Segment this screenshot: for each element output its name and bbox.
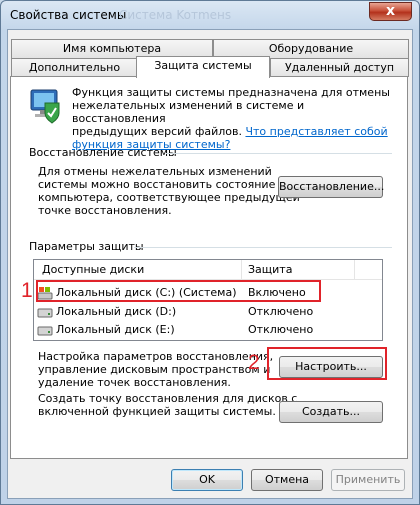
divider (134, 247, 392, 248)
restore-line: точке восстановления. (38, 204, 172, 217)
drive-status: Отключено (248, 323, 314, 336)
column-separator[interactable] (354, 260, 355, 280)
create-description: Создать точку восстановления для дисков … (38, 392, 297, 418)
close-icon: x (385, 3, 396, 19)
intro-line: нежелательных изменений в системе и восс… (72, 99, 305, 125)
drive-icon (37, 326, 53, 336)
column-protection[interactable]: Защита (248, 263, 292, 276)
title-bar[interactable]: Свойства системы Система Koтmeнs x (1, 1, 419, 29)
create-line: включенной функцией защиты системы. (38, 405, 276, 418)
annotation-marker-1: 1 (21, 279, 33, 302)
tab-label: Оборудование (268, 42, 354, 55)
tab-label: Имя компьютера (62, 42, 162, 55)
apply-button[interactable]: Применить (331, 469, 405, 491)
drive-icon (37, 308, 53, 318)
configure-line: Настройка параметров восстановления, (38, 350, 274, 363)
drive-name: Локальный диск (E:) (56, 323, 175, 336)
create-button[interactable]: Создать... (279, 401, 383, 423)
intro-text: Функция защиты системы предназначена для… (72, 86, 392, 151)
drive-status: Отключено (248, 305, 314, 318)
tab-advanced[interactable]: Дополнительно (11, 58, 138, 77)
tab-label: Дополнительно (28, 61, 121, 74)
cancel-button[interactable]: Отмена (251, 469, 323, 491)
configure-line: удаление точек восстановления. (38, 376, 231, 389)
configure-description: Настройка параметров восстановления, упр… (38, 350, 273, 389)
intro-line-plain: предыдущих версий файлов. (72, 125, 242, 138)
restore-line: Для отмены нежелательных изменений (38, 165, 272, 178)
ok-button[interactable]: OK (171, 469, 243, 491)
tab-label: Удаленный доступ (284, 61, 395, 74)
configure-line: управление дисковым пространством и (38, 363, 271, 376)
annotation-highlight-drive-c (36, 280, 321, 302)
close-button[interactable]: x (369, 2, 412, 21)
column-separator[interactable] (241, 260, 242, 280)
restore-line: системы можно восстановить состояние (38, 178, 276, 191)
drive-row-d[interactable]: Локальный диск (D:) Отключено (34, 303, 382, 321)
create-line: Создать точку восстановления для дисков … (38, 392, 298, 405)
restore-line: компьютера, соответствующее предыдущей (38, 191, 300, 204)
protection-group-heading: Параметры защиты (29, 240, 144, 253)
tab-label: Защита системы (154, 59, 252, 72)
window-title: Свойства системы (10, 8, 127, 22)
drive-name: Локальный диск (D:) (56, 305, 177, 318)
intro-line: предыдущих версий файлов. Что представля… (72, 125, 392, 138)
system-restore-button[interactable]: Восстановление... (278, 176, 384, 198)
restore-description: Для отмены нежелательных изменений систе… (38, 165, 300, 217)
list-header: Доступные диски Защита (34, 260, 382, 280)
column-drives[interactable]: Доступные диски (42, 263, 144, 276)
tab-system-protection[interactable]: Защита системы (136, 56, 270, 78)
divider (166, 153, 392, 154)
annotation-highlight-configure (267, 347, 387, 380)
what-is-protection-link[interactable]: Что представляет собой (245, 125, 387, 138)
background-title-ghost: Система Koтmeнs (119, 8, 232, 22)
system-properties-window: Свойства системы Система Koтmeнs x Имя к… (0, 0, 420, 505)
annotation-marker-2: 2 (248, 351, 260, 374)
tab-remote[interactable]: Удаленный доступ (270, 58, 409, 77)
restore-group-heading: Восстановление системы (29, 146, 177, 159)
drive-row-e[interactable]: Локальный диск (E:) Отключено (34, 321, 382, 339)
intro-line: Функция защиты системы предназначена для… (72, 86, 390, 99)
system-protection-icon (30, 89, 60, 124)
